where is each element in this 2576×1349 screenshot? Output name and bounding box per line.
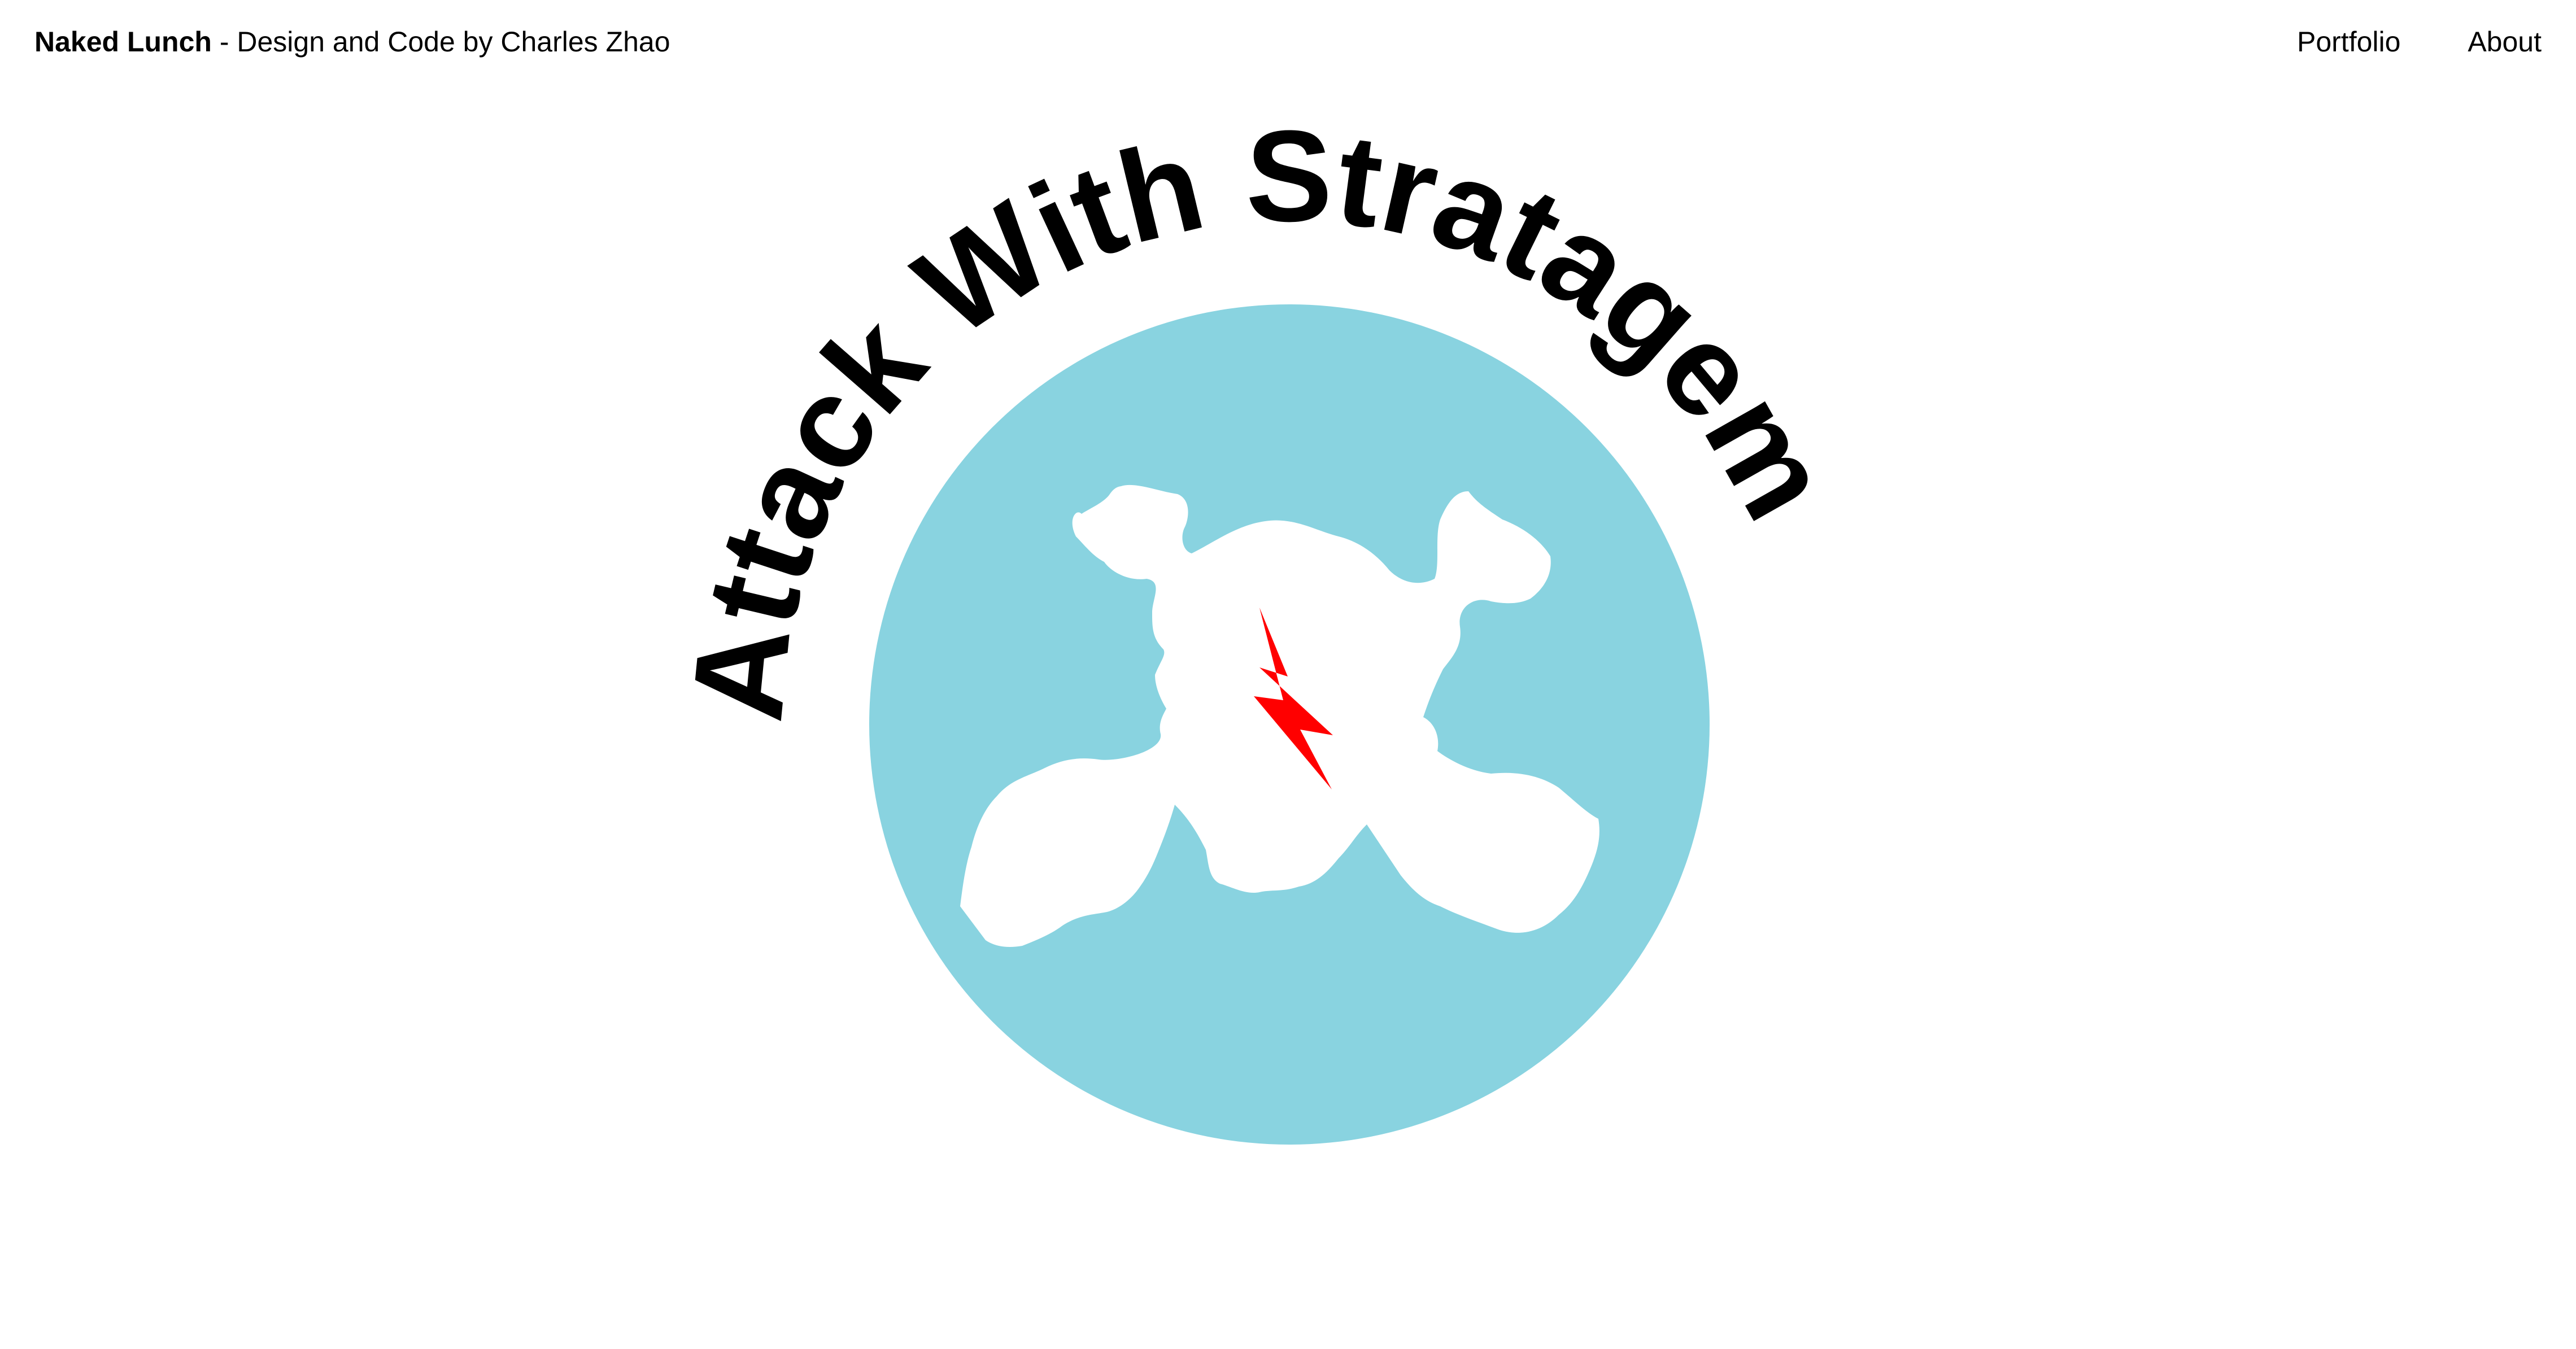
hero-logo: Attack With Stratagem [664, 103, 1860, 1145]
hero-logo-section: Attack With Stratagem [0, 0, 2576, 1349]
